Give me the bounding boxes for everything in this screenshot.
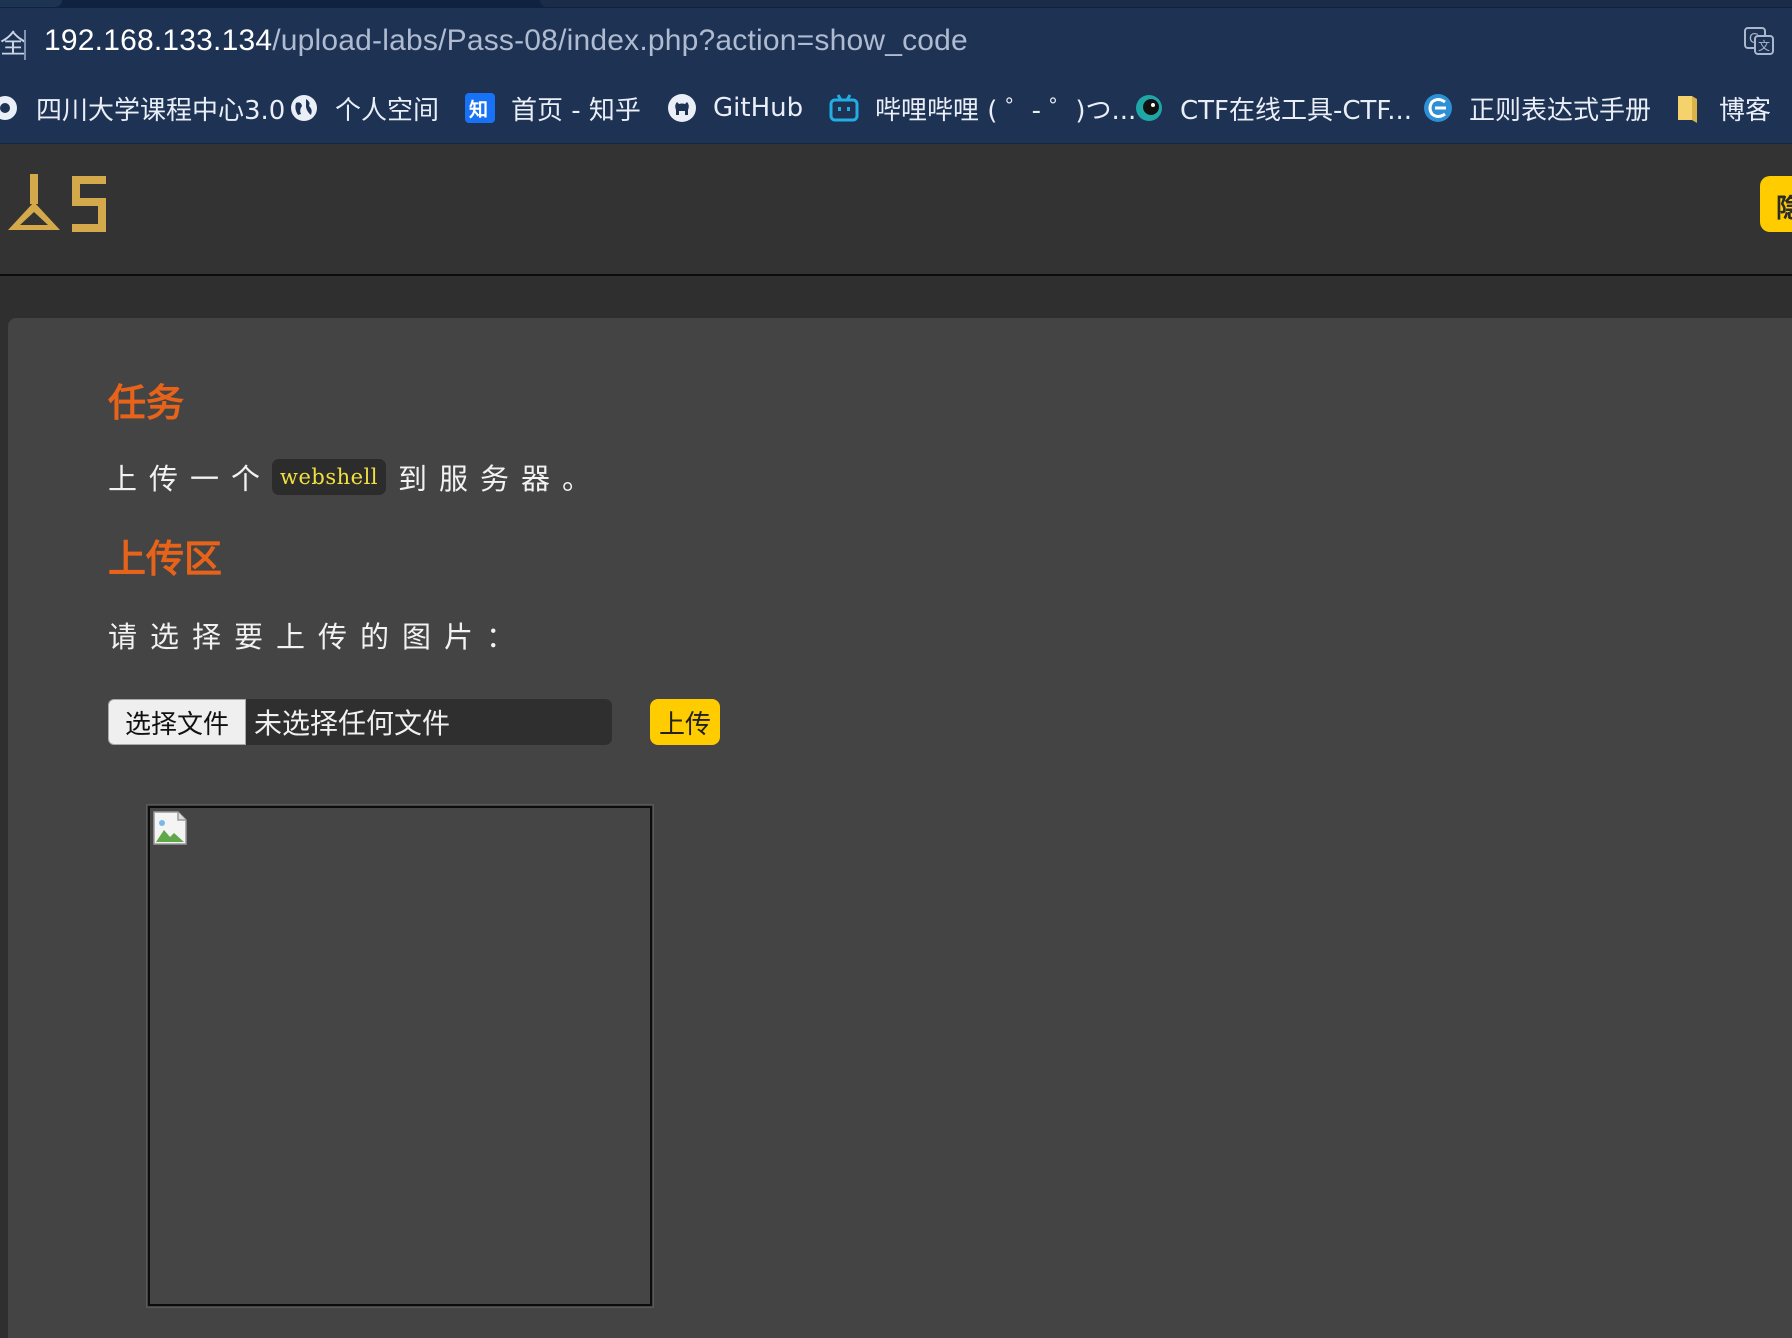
- regex-icon: [1424, 94, 1452, 122]
- zhihu-icon: 知: [465, 93, 495, 123]
- bookmark-ctf-tools[interactable]: CTF在线工具-CTF...: [1134, 90, 1412, 126]
- bookmark-label: 博客: [1719, 95, 1772, 126]
- main-panel: 任务 上传一个 webshell 到服务器。 上传区 请选择要上传的图片： 选择…: [8, 318, 1792, 1338]
- site-header: 隐: [0, 144, 1792, 276]
- bookmark-blog[interactable]: 博客: [1673, 90, 1771, 126]
- inactive-tab[interactable]: [540, 0, 1792, 7]
- bookmark-label: 哔哩哔哩 ( ゜- ゜)つ...: [875, 95, 1137, 126]
- task-text-after: 到服务器。: [398, 462, 604, 496]
- folder-icon: [1678, 96, 1697, 123]
- task-heading: 任务: [108, 381, 185, 425]
- active-tab[interactable]: [0, 0, 62, 7]
- url-path: /upload-labs/Pass-08/index.php?action=sh…: [272, 24, 968, 57]
- bookmark-regex[interactable]: 正则表达式手册: [1423, 90, 1651, 126]
- url-text[interactable]: 192.168.133.134/upload-labs/Pass-08/inde…: [44, 24, 968, 58]
- image-preview: [146, 804, 654, 1308]
- globe-icon: [291, 95, 317, 121]
- bookmark-label: CTF在线工具-CTF...: [1180, 95, 1412, 126]
- upload-prompt: 请选择要上传的图片：: [108, 620, 529, 654]
- bookmark-github[interactable]: GitHub: [667, 90, 803, 126]
- file-status-text: 未选择任何文件: [254, 707, 451, 740]
- bookmark-personal-space[interactable]: 个人空间: [289, 90, 439, 126]
- address-separator: [24, 30, 26, 60]
- bookmarks-bar: 四川大学课程中心3.0 个人空间 知 首页 - 知乎 GitHub 哔哩哔哩 (…: [0, 72, 1792, 144]
- bookmark-label: 正则表达式手册: [1469, 95, 1652, 126]
- translate-icon[interactable]: G 文: [1744, 26, 1774, 56]
- choose-file-button[interactable]: 选择文件: [108, 699, 246, 745]
- broken-image-icon: [153, 811, 187, 845]
- tab-strip: [0, 0, 1792, 8]
- github-icon: [668, 94, 696, 122]
- ctf-icon: [1136, 95, 1162, 121]
- bookmark-label: GitHub: [713, 93, 804, 123]
- header-action-button[interactable]: 隐: [1760, 176, 1792, 232]
- url-host: 192.168.133.134: [44, 24, 273, 57]
- upload-heading: 上传区: [108, 537, 223, 581]
- upload-labs-logo[interactable]: [4, 172, 108, 236]
- webshell-code: webshell: [272, 459, 387, 495]
- bookmark-scu[interactable]: 四川大学课程中心3.0: [0, 90, 285, 126]
- address-bar[interactable]: 全 192.168.133.134/upload-labs/Pass-08/in…: [0, 8, 1792, 72]
- scu-icon: [0, 96, 17, 120]
- bookmark-label: 个人空间: [335, 95, 440, 126]
- bookmark-bilibili[interactable]: 哔哩哔哩 ( ゜- ゜)つ...: [829, 90, 1136, 126]
- bookmark-label: 首页 - 知乎: [511, 95, 641, 126]
- bookmark-label: 四川大学课程中心3.0: [36, 95, 286, 126]
- svg-text:文: 文: [1758, 38, 1770, 53]
- bookmark-zhihu[interactable]: 知 首页 - 知乎: [465, 90, 641, 126]
- security-indicator[interactable]: 全: [0, 24, 26, 61]
- svg-text:知: 知: [469, 98, 488, 121]
- upload-button[interactable]: 上传: [650, 699, 720, 745]
- task-description: 上传一个 webshell 到服务器。: [108, 456, 603, 498]
- file-input[interactable]: 选择文件 未选择任何文件: [108, 699, 612, 745]
- bilibili-icon: [829, 94, 859, 122]
- task-text-before: 上传一个: [108, 462, 273, 496]
